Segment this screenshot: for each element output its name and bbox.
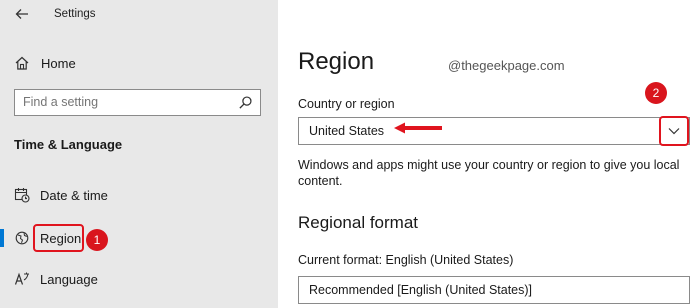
format-value: Recommended [English (United States)] xyxy=(309,283,533,297)
sidebar-item-label: Date & time xyxy=(40,188,108,203)
back-button[interactable] xyxy=(12,6,32,24)
region-highlight xyxy=(33,224,84,252)
globe-region-icon xyxy=(15,231,29,245)
regional-format-dropdown[interactable]: Recommended [English (United States)] xyxy=(298,276,690,304)
section-title: Time & Language xyxy=(14,137,123,152)
app-title: Settings xyxy=(54,8,96,20)
step-badge-2: 2 xyxy=(645,82,667,104)
main-content: Region @thegeekpage.com Country or regio… xyxy=(278,0,700,308)
page-title: Region xyxy=(298,48,375,75)
search-icon[interactable] xyxy=(238,95,253,110)
current-format-label: Current format: English (United States) xyxy=(298,253,514,267)
step-badge-1: 1 xyxy=(86,229,108,251)
chevron-highlight xyxy=(659,116,689,146)
regional-format-heading: Regional format xyxy=(298,213,419,232)
home-icon xyxy=(15,56,29,70)
active-indicator xyxy=(0,229,4,247)
country-value: United States xyxy=(309,124,385,138)
home-label: Home xyxy=(41,56,76,71)
back-arrow-icon xyxy=(15,9,28,19)
sidebar-item-label: Language xyxy=(40,272,98,287)
sidebar-item-date-time[interactable]: Date & time xyxy=(0,182,278,208)
home-nav-item[interactable]: Home xyxy=(14,53,214,75)
search-input[interactable] xyxy=(23,95,223,109)
annotation-arrow-icon xyxy=(394,122,442,134)
language-icon xyxy=(14,272,29,285)
sidebar-item-language[interactable]: Language xyxy=(0,266,278,292)
calendar-clock-icon xyxy=(14,188,30,203)
title-bar: Settings xyxy=(0,0,278,30)
country-description: Windows and apps might use your country … xyxy=(298,158,680,188)
watermark: @thegeekpage.com xyxy=(448,58,565,73)
search-box[interactable] xyxy=(14,89,261,116)
sidebar: Settings Home Time & Language Date & tim… xyxy=(0,0,278,308)
country-label: Country or region xyxy=(298,97,395,111)
country-dropdown[interactable]: United States xyxy=(298,117,690,145)
